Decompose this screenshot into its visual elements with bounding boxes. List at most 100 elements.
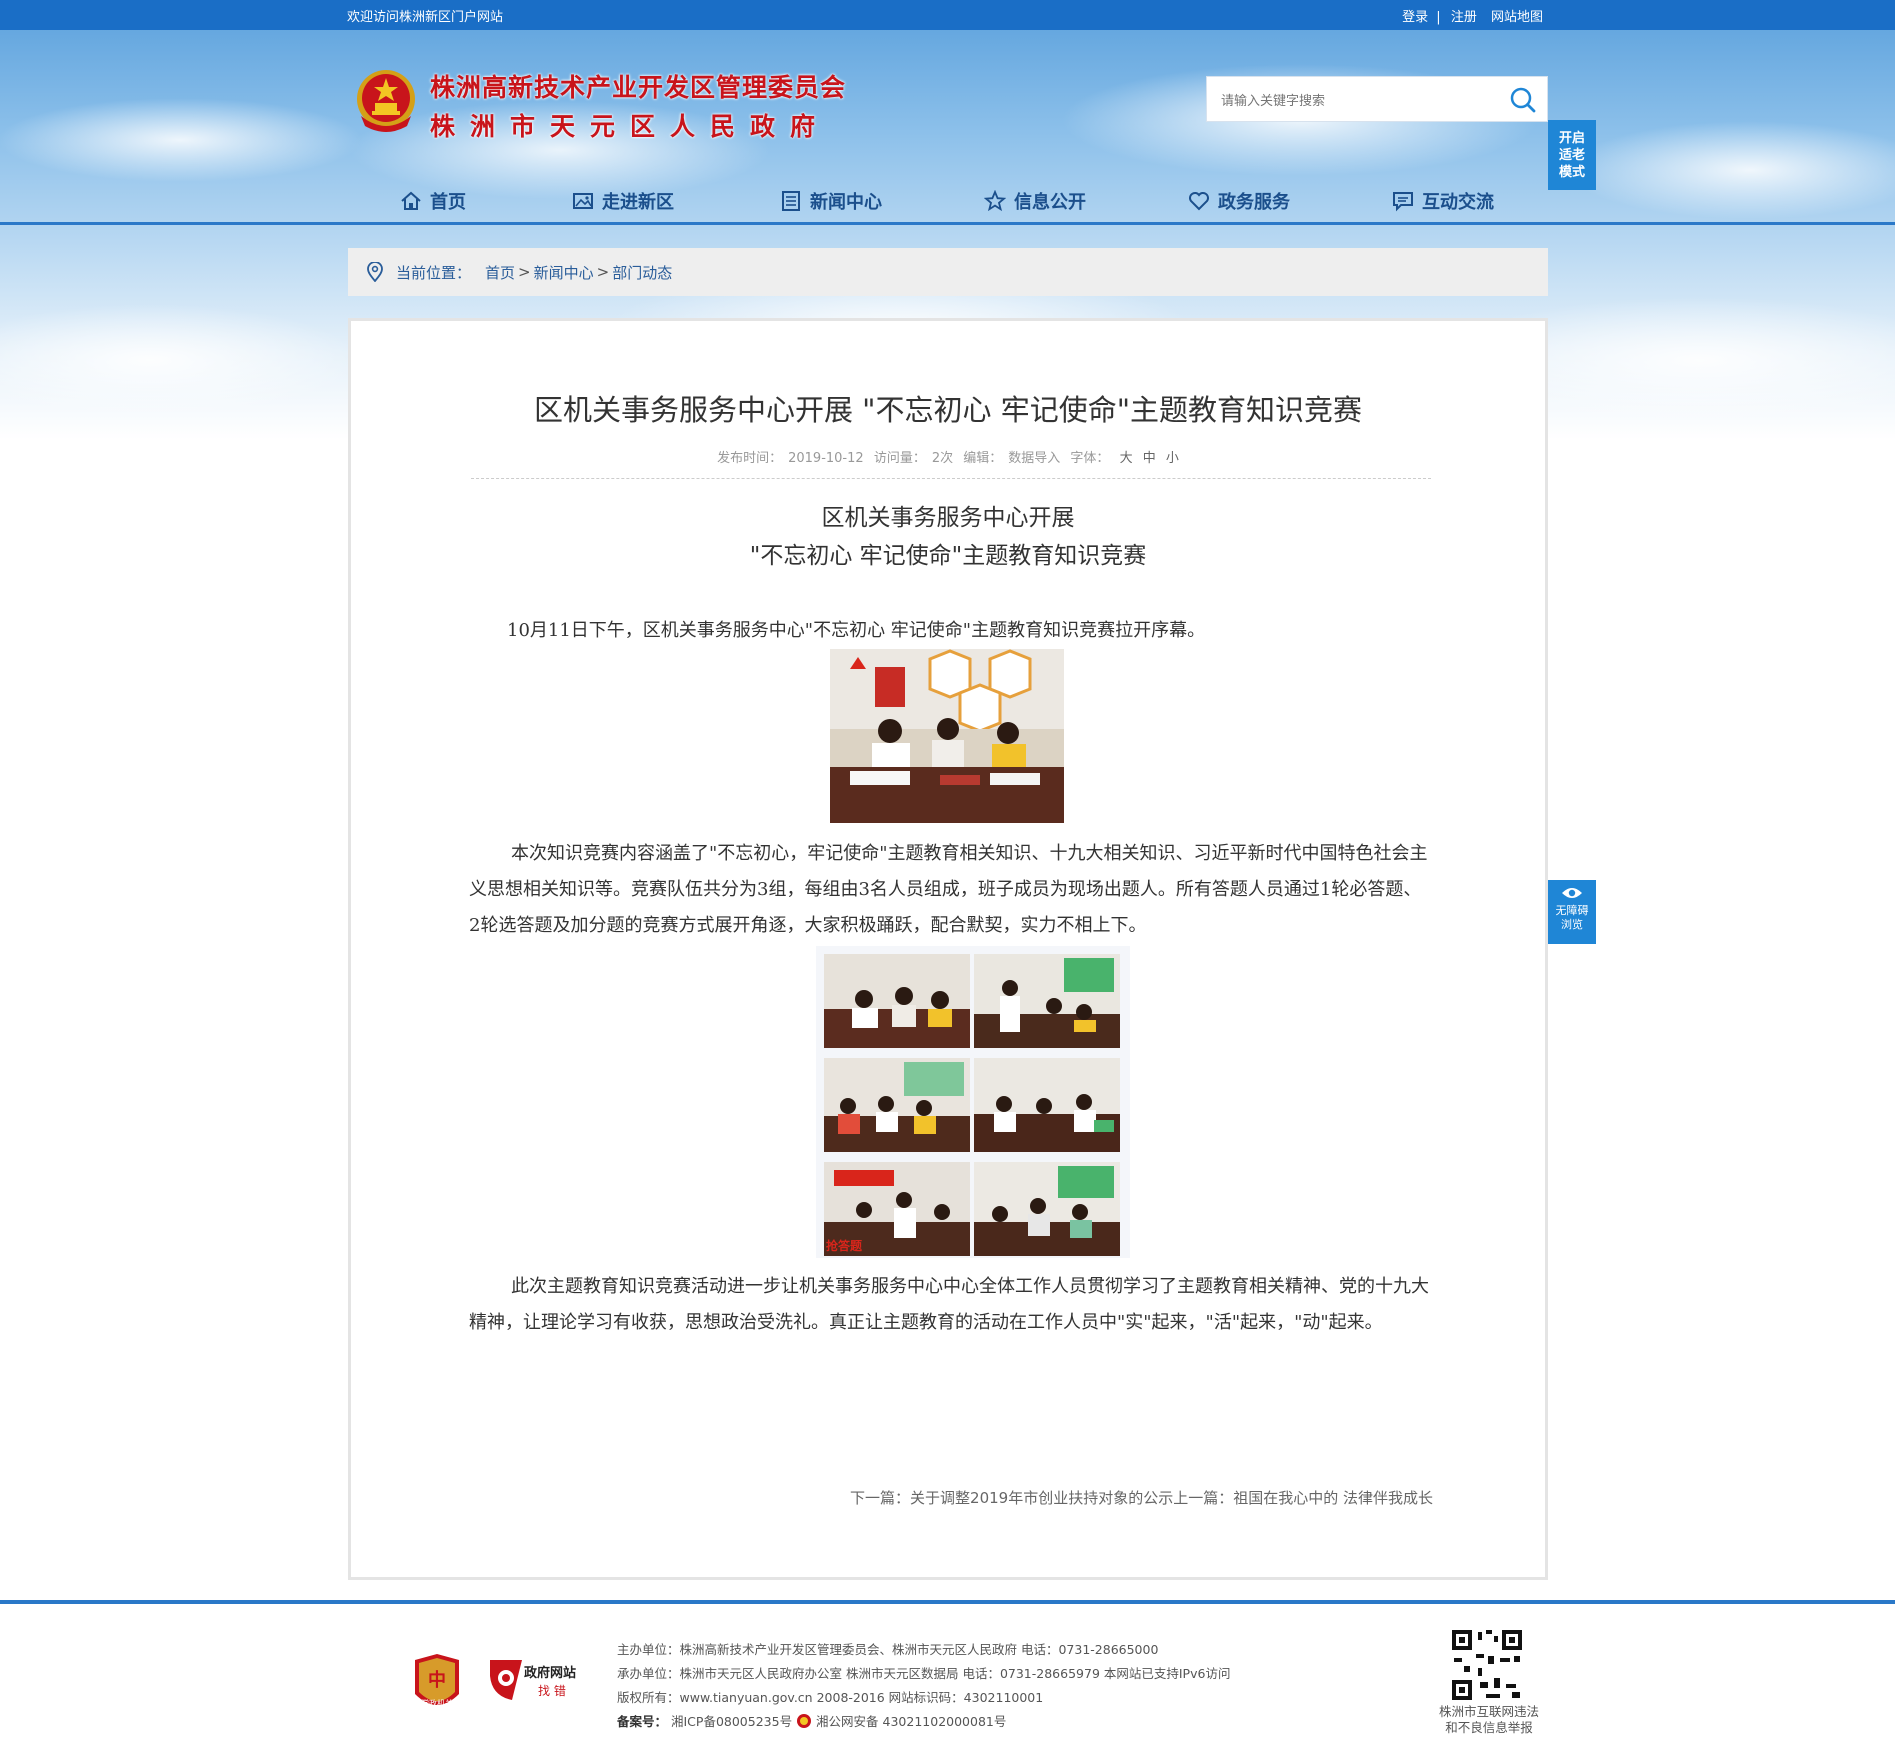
nav-label-info: 信息公开 [1014, 192, 1086, 213]
account-links: 登录 | 注册 网站地图 [1398, 6, 1543, 25]
editor-name: 数据导入 [1008, 451, 1061, 466]
site-title[interactable]: 株洲高新技术产业开发区管理委员会 株洲市天元区人民政府 [430, 68, 846, 143]
nav-item-news[interactable]: 新闻中心 [780, 184, 882, 218]
qr-caption: 株洲市互联网违法 和不良信息举报 [1424, 1704, 1554, 1736]
subhead-line1: 区机关事务服务中心开展 [821, 505, 1075, 531]
qr-caption-line1: 株洲市互联网违法 [1438, 1704, 1539, 1719]
search-input[interactable] [1221, 89, 1501, 111]
qr-code-icon [1450, 1628, 1524, 1702]
register-link[interactable]: 注册 [1451, 10, 1477, 25]
star-icon [984, 190, 1006, 212]
nav-item-service[interactable]: 政务服务 [1188, 184, 1290, 218]
footer-info: 主办单位：株洲高新技术产业开发区管理委员会、株洲市天元区人民政府 电话：0731… [617, 1638, 1230, 1734]
sitemap-link[interactable]: 网站地图 [1491, 10, 1543, 25]
main-nav: 首页 走进新区 新闻中心 信息公开 政务服务 互动交流 [400, 184, 1500, 218]
nav-divider [0, 222, 1895, 225]
eye-icon [1562, 888, 1582, 898]
font-size-large[interactable]: 大 [1120, 451, 1133, 466]
breadcrumb: 当前位置： 首页 > 新闻中心 > 部门动态 [348, 248, 1548, 296]
font-size-medium[interactable]: 中 [1143, 451, 1156, 466]
nav-label-interact: 互动交流 [1422, 192, 1494, 213]
nav-label-news: 新闻中心 [810, 192, 882, 213]
nav-item-interact[interactable]: 互动交流 [1392, 184, 1494, 218]
elder-mode-line2: 适老 [1558, 148, 1585, 163]
collage-photo [974, 1162, 1120, 1256]
party-badge-label: 党政机关 [421, 1698, 453, 1708]
heart-icon [1189, 192, 1209, 211]
footer: 中 党政机关 政府网站 找 错 主办单位：株洲高新技术产业开发区管理委员会、株洲… [0, 1604, 1895, 1759]
article-meta: 发布时间： 2019-10-12 访问量： 2次 编辑： 数据导入 字体： 大 中 小 [351, 447, 1545, 466]
link-separator: | [1436, 10, 1441, 25]
article-photo-meeting [830, 649, 1064, 823]
breadcrumb-news[interactable]: 新闻中心 [534, 262, 594, 283]
site-title-line2: 株洲市天元区人民政府 [430, 112, 831, 141]
qr-caption-line2: 和不良信息举报 [1445, 1720, 1533, 1735]
search-box [1206, 76, 1548, 122]
elder-mode-line1: 开启 [1558, 131, 1585, 146]
font-size-label: 字体： [1070, 451, 1110, 466]
chat-icon [1393, 192, 1413, 212]
footer-sponsor: 主办单位：株洲高新技术产业开发区管理委员会、株洲市天元区人民政府 电话：0731… [617, 1642, 1159, 1657]
publish-label: 发布时间： [717, 451, 783, 466]
meeting-photo-illustration [830, 649, 1064, 823]
nav-label-service: 政务服务 [1218, 192, 1290, 213]
site-title-line1: 株洲高新技术产业开发区管理委员会 [430, 73, 847, 102]
breadcrumb-label: 当前位置： [396, 263, 472, 282]
nav-label-home: 首页 [430, 192, 466, 213]
elder-mode-line3: 模式 [1558, 165, 1585, 180]
svg-text:中: 中 [428, 1669, 446, 1691]
elder-mode-button[interactable]: 开启 适老 模式 [1548, 120, 1596, 190]
police-record[interactable]: 湘公网安备 43021102000081号 [816, 1714, 1006, 1729]
editor-label: 编辑： [963, 451, 1003, 466]
icp-record[interactable]: 湘ICP备08005235号 [671, 1714, 792, 1729]
article-container: 区机关事务服务中心开展 "不忘初心 牢记使命"主题教育知识竞赛 发布时间： 201… [348, 318, 1548, 1580]
meta-divider [471, 478, 1431, 479]
error-report-line2: 找 错 [538, 1684, 566, 1698]
collage-photo [824, 954, 970, 1048]
record-label: 备案号： [617, 1714, 668, 1729]
subhead-line2: "不忘初心 牢记使命"主题教育知识竞赛 [749, 543, 1147, 569]
national-emblem-icon [357, 70, 415, 132]
article-paragraph-3: 此次主题教育知识竞赛活动进一步让机关事务服务中心中心全体工作人员贯彻学习了主题教… [469, 1276, 1429, 1333]
home-icon [401, 191, 421, 210]
publish-date: 2019-10-12 [788, 451, 864, 466]
breadcrumb-separator: > [596, 263, 610, 281]
top-bar: 欢迎访问株洲新区门户网站 登录 | 注册 网站地图 [0, 0, 1895, 30]
nav-item-about[interactable]: 走进新区 [572, 184, 674, 218]
footer-copyright: 版权所有：www.tianyuan.gov.cn 2008-2016 网站标识码… [617, 1690, 1044, 1705]
error-report-line1: 政府网站 [524, 1666, 577, 1681]
location-pin-icon [367, 262, 383, 282]
prev-next-links[interactable]: 下一篇：关于调整2019年市创业扶持对象的公示上一篇：祖国在我心中的 法律伴我成… [850, 1487, 1433, 1508]
footer-records: 备案号： 湘ICP备08005235号 湘公网安备 43021102000081… [617, 1710, 1230, 1734]
breadcrumb-department[interactable]: 部门动态 [612, 262, 672, 283]
views-count: 2次 [931, 451, 954, 466]
login-link[interactable]: 登录 [1402, 10, 1428, 25]
accessibility-line1: 无障碍 [1555, 904, 1589, 917]
picture-icon [573, 193, 593, 209]
accessibility-button[interactable]: 无障碍 浏览 [1548, 880, 1596, 944]
collage-caption: 抢答题 [826, 1239, 863, 1253]
collage-photo [974, 954, 1120, 1048]
breadcrumb-home[interactable]: 首页 [485, 262, 515, 283]
collage-photo [824, 1058, 970, 1152]
article-title: 区机关事务服务中心开展 "不忘初心 牢记使命"主题教育知识竞赛 [533, 393, 1363, 427]
accessibility-line2: 浏览 [1561, 918, 1583, 931]
views-label: 访问量： [873, 451, 926, 466]
article-subhead: 区机关事务服务中心开展 "不忘初心 牢记使命"主题教育知识竞赛 [351, 499, 1545, 575]
nav-label-about: 走进新区 [602, 192, 674, 213]
breadcrumb-separator: > [518, 263, 531, 281]
party-government-badge-icon[interactable]: 中 党政机关 [412, 1654, 462, 1714]
article-photo-collage: 抢答题 [816, 946, 1130, 1258]
font-size-small[interactable]: 小 [1166, 451, 1179, 466]
article-paragraph-1: 10月11日下午，区机关事务服务中心"不忘初心 牢记使命"主题教育知识竞赛拉开序… [507, 620, 1206, 641]
police-badge-icon [797, 1714, 812, 1728]
footer-organizer: 承办单位：株洲市天元区人民政府办公室 株洲市天元区数据局 电话：0731-286… [617, 1666, 1231, 1681]
article-paragraph-2: 本次知识竞赛内容涵盖了"不忘初心，牢记使命"主题教育相关知识、十九大相关知识、习… [469, 843, 1428, 936]
nav-item-info[interactable]: 信息公开 [984, 184, 1086, 218]
news-icon [782, 191, 800, 211]
welcome-text: 欢迎访问株洲新区门户网站 [347, 10, 504, 25]
nav-item-home[interactable]: 首页 [400, 184, 466, 218]
gov-site-error-report[interactable]: 政府网站 找 错 [488, 1656, 588, 1704]
collage-photo [974, 1058, 1120, 1152]
search-icon[interactable] [1509, 86, 1537, 114]
